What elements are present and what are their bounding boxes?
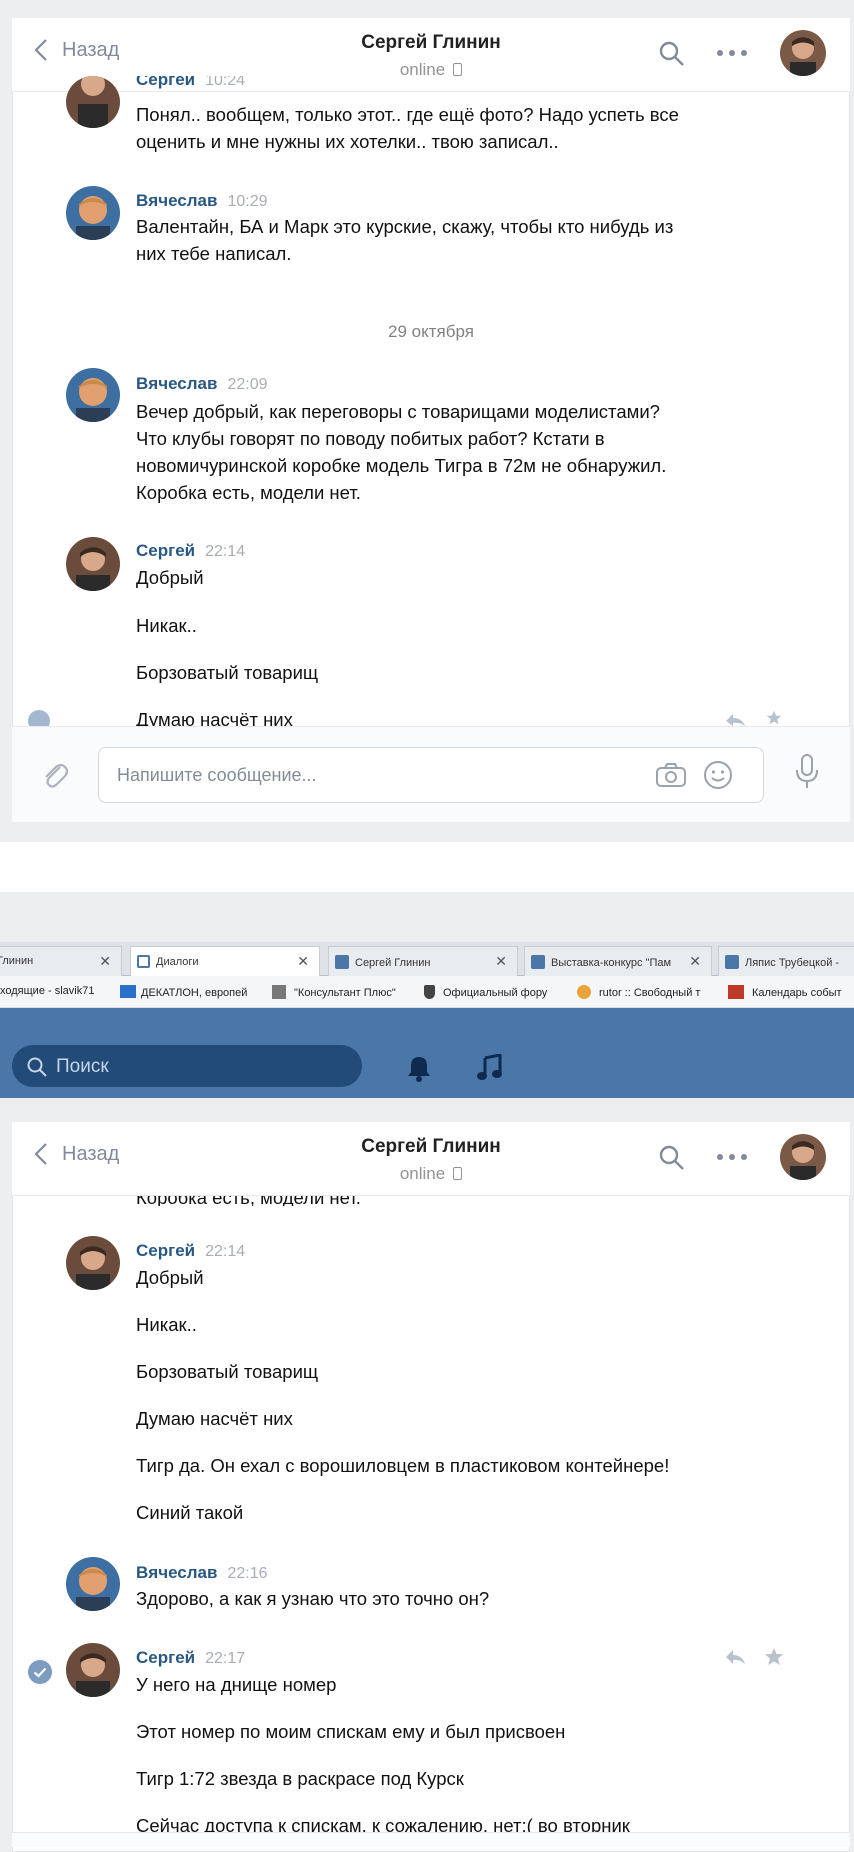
close-icon[interactable]: ✕ <box>297 953 309 970</box>
vk-icon <box>531 955 545 969</box>
author-name[interactable]: Сергей 10:24 <box>136 76 245 92</box>
vk-top-bar: Поиск <box>0 1008 854 1098</box>
more-icon[interactable] <box>716 48 748 58</box>
message-text: Борзоватый товарищ <box>136 662 319 683</box>
message-text: Думаю насчёт них <box>136 1408 293 1429</box>
reply-icon[interactable] <box>724 712 746 726</box>
avatar[interactable] <box>66 1643 120 1697</box>
avatar[interactable] <box>66 537 120 591</box>
message-text: Никак.. <box>136 1314 197 1335</box>
message-text: Здорово, а как я узнаю что это точно он? <box>136 1588 490 1609</box>
rutor-icon <box>577 985 591 999</box>
message-text: Добрый <box>136 567 204 588</box>
author-name[interactable]: Вячеслав 10:29 <box>136 191 268 211</box>
message-input[interactable]: Напишите сообщение... <box>98 747 764 803</box>
contact-avatar[interactable] <box>780 1134 826 1180</box>
browser-tab[interactable]: Глинин ✕ <box>0 946 122 976</box>
bookmark-item[interactable]: ДЕКАТЛОН, европей <box>120 985 247 999</box>
message-text: У него на днище номер <box>136 1674 337 1695</box>
mobile-icon <box>453 1167 463 1180</box>
avatar[interactable] <box>66 1236 120 1290</box>
author-name[interactable]: Вячеслав 22:09 <box>136 374 268 394</box>
message-text: Добрый <box>136 1267 204 1288</box>
consultant-icon <box>272 985 286 999</box>
search-icon <box>27 1057 47 1077</box>
message-text: Понял.. вообщем, только этот.. где ещё ф… <box>136 104 679 152</box>
message-text: Никак.. <box>136 615 197 636</box>
author-name[interactable]: Сергей 22:17 <box>136 1648 245 1668</box>
browser-tab-active[interactable]: Диалоги ✕ <box>130 946 320 976</box>
close-icon[interactable]: ✕ <box>99 953 111 970</box>
avatar[interactable] <box>66 76 120 128</box>
message-text: Тигр 1:72 звезда в раскрасе под Курск <box>136 1768 464 1789</box>
mobile-icon <box>453 63 463 76</box>
author-name[interactable]: Сергей 22:14 <box>136 1241 245 1261</box>
message-composer: Напишите сообщение... <box>12 726 850 822</box>
avatar[interactable] <box>66 186 120 240</box>
close-icon[interactable]: ✕ <box>686 953 701 970</box>
search-icon[interactable] <box>658 40 686 68</box>
vk-icon <box>335 955 349 969</box>
star-icon[interactable] <box>764 1647 784 1667</box>
more-icon[interactable] <box>716 1152 748 1162</box>
chat-header: Назад Сергей Глинин online <box>12 1122 850 1196</box>
bookmark-item[interactable]: Официальный фору <box>424 985 547 999</box>
tab-favicon-icon <box>137 955 150 968</box>
camera-icon[interactable] <box>655 762 687 788</box>
message-text: Вечер добрый, как переговоры с товарищам… <box>136 401 667 503</box>
shield-icon <box>424 985 435 999</box>
author-name[interactable]: Сергей 22:14 <box>136 541 245 561</box>
bookmark-item[interactable]: "Консультант Плюс" <box>272 985 396 999</box>
browser-tab-strip: Глинин ✕ Диалоги ✕ Сергей Глинин ✕ Выставка… <box>0 942 854 976</box>
composer-edge <box>12 1832 850 1847</box>
date-divider: 29 октября <box>388 322 474 341</box>
contact-avatar[interactable] <box>780 30 826 76</box>
bookmark-item[interactable]: rutor :: Свободный т <box>577 985 700 999</box>
music-icon[interactable] <box>476 1054 502 1082</box>
message-text: Валентайн, БА и Марк это курские, скажу,… <box>136 216 674 264</box>
message-text: Борзоватый товарищ <box>136 1361 319 1382</box>
browser-tab[interactable]: Выставка-конкурс "Пам ✕ <box>524 946 712 976</box>
search-icon[interactable] <box>658 1144 686 1172</box>
author-name[interactable]: Вячеслав 22:16 <box>136 1563 268 1583</box>
avatar[interactable] <box>66 368 120 422</box>
bell-icon[interactable] <box>406 1054 432 1082</box>
calendar-icon <box>728 985 744 999</box>
browser-tab[interactable]: Ляпис Трубецкой - <box>718 946 854 976</box>
bookmark-item[interactable]: ходящие - slavik71 <box>0 985 94 997</box>
message-text: Сейчас доступа к спискам, к сожалению, н… <box>136 1815 630 1832</box>
read-check-icon <box>28 1660 52 1684</box>
read-check-icon <box>28 710 50 726</box>
message-text: Думаю насчёт них <box>136 709 293 726</box>
reply-icon[interactable] <box>724 1648 746 1666</box>
browser-tab[interactable]: Сергей Глинин ✕ <box>328 946 518 976</box>
decathlon-icon <box>120 985 136 998</box>
online-status: online <box>12 1164 850 1184</box>
close-icon[interactable]: ✕ <box>495 953 507 970</box>
video-icon <box>725 955 739 969</box>
message-text-cut: Коробка есть, модели нет. <box>136 1196 736 1206</box>
bookmark-item[interactable]: Календарь событ <box>728 985 842 999</box>
star-icon[interactable] <box>764 710 784 726</box>
bookmarks-bar: ходящие - slavik71 ДЕКАТЛОН, европей "Ко… <box>0 976 854 1008</box>
screenshot-separator <box>0 842 854 892</box>
paperclip-icon[interactable] <box>40 759 70 791</box>
search-box[interactable]: Поиск <box>12 1045 362 1087</box>
message-text: Тигр да. Он ехал с ворошиловцем в пласти… <box>136 1455 670 1476</box>
message-text: Этот номер по моим спискам ему и был при… <box>136 1721 566 1742</box>
avatar[interactable] <box>66 1557 120 1611</box>
emoji-icon[interactable] <box>703 760 733 790</box>
microphone-icon[interactable] <box>794 753 820 791</box>
message-text: Синий такой <box>136 1502 244 1523</box>
